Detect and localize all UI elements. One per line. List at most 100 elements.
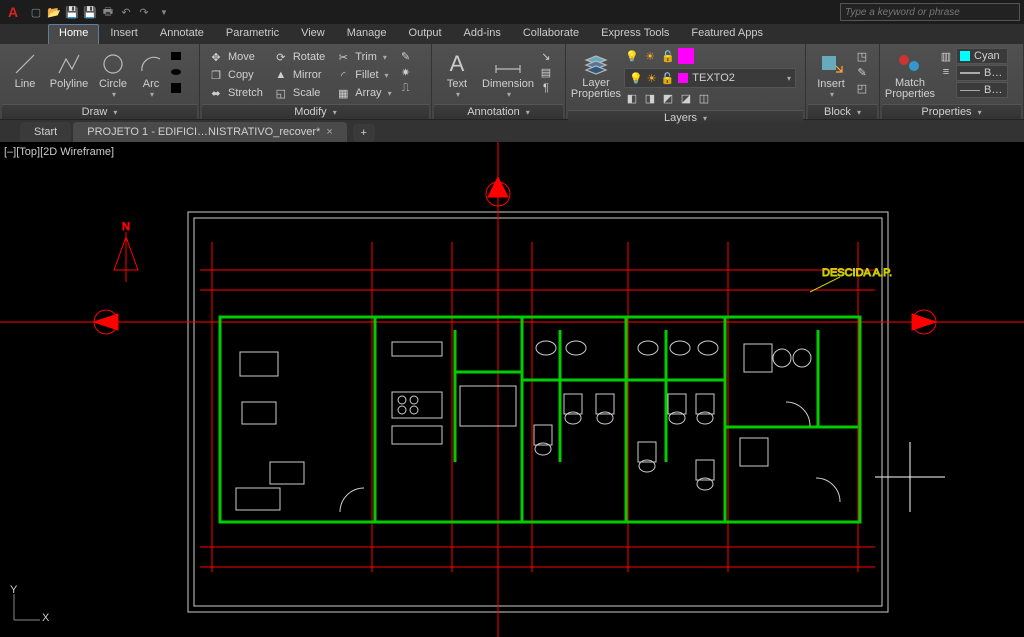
tab-home[interactable]: Home	[48, 24, 99, 44]
tab-view[interactable]: View	[290, 24, 336, 44]
rectangle-icon[interactable]	[168, 48, 184, 64]
help-search-input[interactable]: Type a keyword or phrase	[840, 3, 1020, 21]
layer-freeze-icon[interactable]: ☀	[642, 48, 658, 64]
tab-manage[interactable]: Manage	[336, 24, 398, 44]
bylayer-icon[interactable]: ▥	[938, 48, 954, 64]
draw-extra-column	[168, 48, 184, 102]
offset-icon[interactable]: ⎍	[398, 80, 414, 96]
qat-undo-icon[interactable]: ↶	[118, 4, 134, 20]
rotate-icon: ⟳	[273, 49, 289, 65]
panel-title-modify[interactable]: Modify▾	[202, 104, 429, 119]
mtext-icon[interactable]: ¶	[538, 80, 554, 96]
block-edit-icon[interactable]: ✎	[854, 64, 870, 80]
panel-title-block[interactable]: Block▾	[808, 104, 877, 119]
copy-button[interactable]: ❐Copy	[204, 66, 267, 84]
app-logo-icon[interactable]: A	[4, 3, 22, 21]
file-tabs: Start PROJETO 1 - EDIFICI…NISTRATIVO_rec…	[0, 120, 1024, 142]
ellipse-icon[interactable]	[168, 64, 184, 80]
stretch-icon: ⬌	[208, 85, 224, 101]
tab-output[interactable]: Output	[398, 24, 453, 44]
tab-express[interactable]: Express Tools	[590, 24, 680, 44]
lineweight-combo[interactable]: B…	[956, 65, 1008, 81]
text-label: Text	[447, 78, 467, 90]
tab-addins[interactable]: Add-ins	[453, 24, 512, 44]
qat-dropdown-icon[interactable]: ▼	[156, 4, 172, 20]
qat-open-icon[interactable]: 📂	[46, 4, 62, 20]
svg-text:DESCIDA A.P.: DESCIDA A.P.	[822, 267, 892, 279]
qat-redo-icon[interactable]: ↷	[136, 4, 152, 20]
tab-insert[interactable]: Insert	[99, 24, 149, 44]
line-icon	[10, 50, 40, 78]
panel-layers: Layer Properties 💡 ☀ 🔓 💡☀🔓 TEXTO2 ▾ ◧	[566, 44, 806, 119]
rotate-button[interactable]: ⟳Rotate	[269, 48, 329, 66]
layer-combo[interactable]: 💡☀🔓 TEXTO2 ▾	[624, 68, 796, 88]
polyline-button[interactable]: Polyline	[48, 48, 90, 102]
block-create-icon[interactable]: ◳	[854, 48, 870, 64]
tab-annotate[interactable]: Annotate	[149, 24, 215, 44]
array-button[interactable]: ▦Array▾	[331, 84, 395, 102]
circle-button[interactable]: Circle▾	[92, 48, 134, 102]
dimension-button[interactable]: Dimension▾	[480, 48, 536, 102]
panel-title-draw[interactable]: Draw▾	[2, 104, 197, 119]
layer-iso-icon[interactable]: ◧	[624, 90, 640, 106]
scale-button[interactable]: ◱Scale	[269, 84, 329, 102]
line-button[interactable]: Line	[4, 48, 46, 102]
qat-saveas-icon[interactable]: 💾	[82, 4, 98, 20]
layer-lock-icon[interactable]: 🔓	[660, 48, 676, 64]
arc-label: Arc	[143, 78, 160, 90]
layer-properties-button[interactable]: Layer Properties	[570, 48, 622, 108]
match-properties-button[interactable]: Match Properties	[884, 48, 936, 102]
panel-title-layers[interactable]: Layers▾	[568, 110, 803, 125]
tab-parametric[interactable]: Parametric	[215, 24, 290, 44]
block-attr-icon[interactable]: ◰	[854, 80, 870, 96]
text-button[interactable]: A Text▾	[436, 48, 478, 102]
list-icon[interactable]: ≡	[938, 64, 954, 80]
tab-collaborate[interactable]: Collaborate	[512, 24, 590, 44]
qat-save-icon[interactable]: 💾	[64, 4, 80, 20]
color-combo[interactable]: Cyan	[956, 48, 1008, 64]
panel-modify: ✥Move ❐Copy ⬌Stretch ⟳Rotate ▲Mirror ◱Sc…	[200, 44, 432, 119]
layer-off-icon[interactable]: ◨	[642, 90, 658, 106]
viewport[interactable]: [–][Top][2D Wireframe]	[0, 142, 1024, 637]
erase-icon[interactable]: ✎	[398, 48, 414, 64]
panel-title-properties[interactable]: Properties▾	[882, 104, 1021, 119]
text-icon: A	[442, 50, 472, 78]
fillet-icon: ◜	[335, 67, 351, 83]
layer-prev-icon[interactable]: ◪	[678, 90, 694, 106]
qat-new-icon[interactable]: ▢	[28, 4, 44, 20]
table-icon[interactable]: ▤	[538, 64, 554, 80]
insert-block-button[interactable]: Insert▾	[810, 48, 852, 102]
leader-icon[interactable]: ↘	[538, 48, 554, 64]
new-tab-button[interactable]: +	[353, 124, 375, 142]
layer-state-icon[interactable]: ◫	[696, 90, 712, 106]
insert-block-label: Insert	[817, 78, 845, 90]
move-button[interactable]: ✥Move	[204, 48, 267, 66]
file-tab-start[interactable]: Start	[20, 122, 71, 142]
stretch-button[interactable]: ⬌Stretch	[204, 84, 267, 102]
file-tab-project[interactable]: PROJETO 1 - EDIFICI…NISTRATIVO_recover*×	[73, 122, 347, 142]
layer-match-icon[interactable]: ◩	[660, 90, 676, 106]
polyline-icon	[54, 50, 84, 78]
layer-color-swatch[interactable]	[678, 48, 694, 64]
panel-draw: Line Polyline Circle▾ Arc▾ Draw▾	[0, 44, 200, 119]
mirror-button[interactable]: ▲Mirror	[269, 66, 329, 84]
match-properties-label: Match Properties	[885, 78, 935, 100]
close-tab-icon[interactable]: ×	[326, 126, 332, 138]
qat-plot-icon[interactable]: 🖶	[100, 4, 116, 20]
hatch-icon[interactable]	[168, 80, 184, 96]
trim-button[interactable]: ✂Trim▾	[331, 48, 395, 66]
linetype-combo[interactable]: B…	[956, 82, 1008, 98]
panel-title-annotation[interactable]: Annotation▾	[434, 104, 563, 119]
dimension-icon	[493, 50, 523, 78]
tab-featured[interactable]: Featured Apps	[680, 24, 774, 44]
layer-on-icon[interactable]: 💡	[624, 48, 640, 64]
explode-icon[interactable]: ✷	[398, 64, 414, 80]
circle-icon	[98, 50, 128, 78]
move-icon: ✥	[208, 49, 224, 65]
insert-block-icon	[816, 50, 846, 78]
arc-button[interactable]: Arc▾	[136, 48, 166, 102]
copy-icon: ❐	[208, 67, 224, 83]
fillet-button[interactable]: ◜Fillet▾	[331, 66, 395, 84]
drawing-canvas[interactable]: N	[0, 142, 1024, 637]
layer-current-name: TEXTO2	[692, 72, 781, 84]
